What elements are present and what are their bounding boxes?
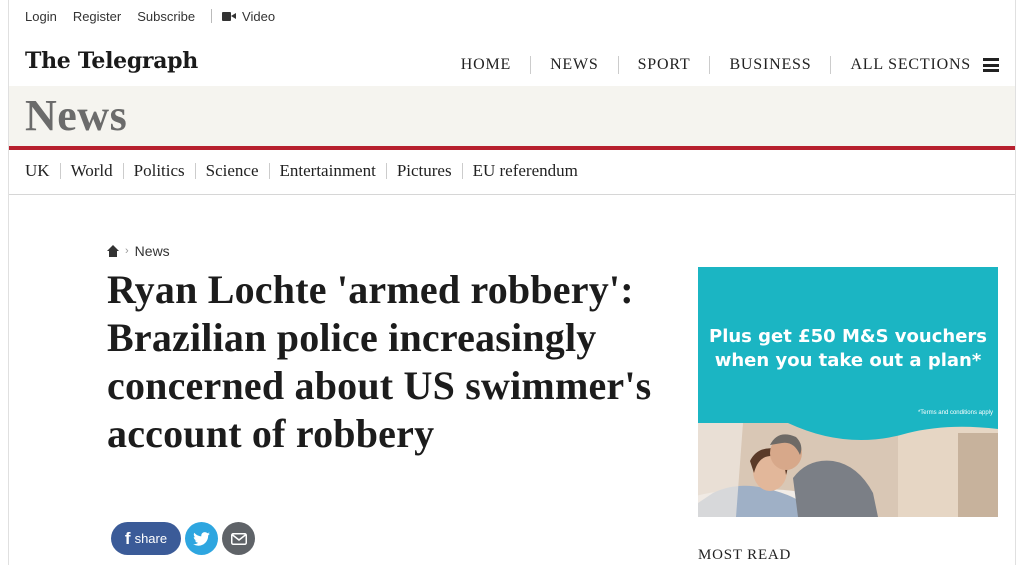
facebook-share-label: share <box>134 531 168 546</box>
advert-line-1: Plus get £50 M&S vouchers <box>709 326 987 347</box>
breadcrumb-news[interactable]: News <box>135 243 170 259</box>
subnav-world[interactable]: World <box>61 162 124 179</box>
video-link[interactable]: Video <box>222 9 275 24</box>
email-icon <box>230 532 247 545</box>
utility-bar: Login Register Subscribe Video <box>25 7 275 25</box>
most-read-heading: MOST READ <box>698 547 792 563</box>
home-icon[interactable] <box>107 245 119 257</box>
video-label: Video <box>242 8 276 24</box>
nav-news[interactable]: NEWS <box>531 56 619 74</box>
hamburger-menu-icon[interactable] <box>983 58 999 72</box>
section-banner: News <box>9 86 1015 146</box>
twitter-icon <box>193 531 210 546</box>
nav-business[interactable]: BUSINESS <box>710 56 832 74</box>
advert-copy: Plus get £50 M&S vouchers when you take … <box>698 325 998 373</box>
page-frame: Login Register Subscribe Video The Teleg… <box>8 0 1016 565</box>
article-headline: Ryan Lochte 'armed robbery': Brazilian p… <box>107 267 652 456</box>
subnav-divider <box>9 194 1015 195</box>
breadcrumb: › News <box>107 243 170 259</box>
email-share-button[interactable] <box>222 522 255 555</box>
utility-divider <box>211 9 213 23</box>
section-accent-rule <box>9 146 1015 150</box>
subnav-eu-referendum[interactable]: EU referendum <box>463 162 588 179</box>
advert-terms: *Terms and conditions apply <box>917 410 993 416</box>
twitter-share-button[interactable] <box>185 522 218 555</box>
section-title[interactable]: News <box>25 90 127 141</box>
nav-all-sections[interactable]: ALL SECTIONS <box>831 56 983 74</box>
subnav-entertainment[interactable]: Entertainment <box>270 162 387 179</box>
subscribe-link[interactable]: Subscribe <box>137 9 195 24</box>
share-bar: f share <box>111 522 259 555</box>
breadcrumb-separator: › <box>125 245 129 257</box>
subnav-uk[interactable]: UK <box>25 162 61 179</box>
subnav-science[interactable]: Science <box>196 162 270 179</box>
facebook-share-button[interactable]: f share <box>111 522 181 555</box>
advert-line-2: when you take out a plan* <box>714 350 982 371</box>
section-subnav: UK World Politics Science Entertainment … <box>25 162 588 179</box>
advert-photo <box>698 423 998 517</box>
subnav-politics[interactable]: Politics <box>124 162 196 179</box>
video-camera-icon <box>222 11 237 21</box>
login-link[interactable]: Login <box>25 9 57 24</box>
register-link[interactable]: Register <box>73 9 121 24</box>
main-nav: HOME NEWS SPORT BUSINESS ALL SECTIONS <box>461 56 999 74</box>
nav-home[interactable]: HOME <box>461 56 532 74</box>
facebook-icon: f <box>124 528 131 548</box>
subnav-pictures[interactable]: Pictures <box>387 162 463 179</box>
advert-banner[interactable]: Plus get £50 M&S vouchers when you take … <box>698 267 998 517</box>
telegraph-logo[interactable]: The Telegraph <box>25 48 198 74</box>
nav-sport[interactable]: SPORT <box>619 56 711 74</box>
